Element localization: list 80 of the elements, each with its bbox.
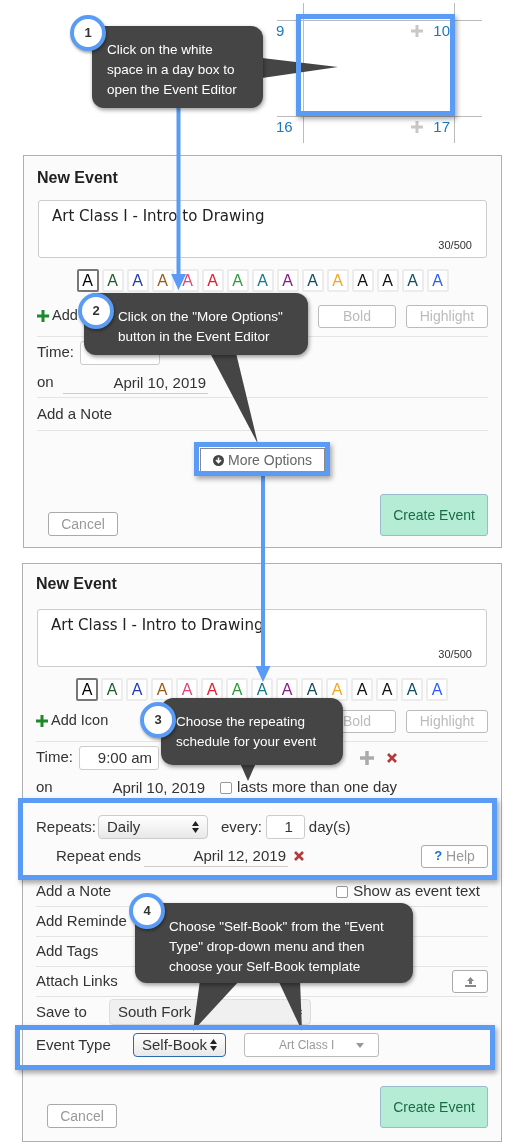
row-label[interactable]: Add a Note	[37, 402, 113, 426]
start-time-field[interactable]: 9:00 am	[79, 745, 159, 770]
add-icon-button[interactable]: Add Icon	[36, 710, 109, 732]
text-color-swatch[interactable]: A	[401, 678, 423, 701]
character-count: 30/500	[438, 646, 472, 662]
event-type-select[interactable]: Self-Book	[133, 1033, 226, 1057]
panel-title: New Event	[36, 574, 118, 594]
on-label: on	[36, 777, 54, 798]
text-color-swatch[interactable]: A	[126, 678, 148, 701]
text-color-swatch[interactable]: A	[151, 269, 174, 292]
text-color-swatch[interactable]: A	[351, 269, 374, 292]
repeat-ends-label: Repeat ends	[56, 845, 143, 866]
day-number[interactable]: 16	[276, 118, 293, 136]
unit-label: day(s)	[308, 816, 351, 837]
add-event-icon[interactable]	[411, 121, 424, 133]
row-label: Save to	[36, 1001, 88, 1022]
day-number[interactable]: 9	[276, 22, 285, 40]
text-color-swatch[interactable]: A	[226, 269, 249, 292]
more-options-button[interactable]: More Options	[200, 448, 325, 472]
callout-tooltip: Click on the white space in a day box to open the Event Editor	[92, 26, 263, 108]
down-arrow-circle-icon	[212, 454, 224, 466]
text-color-swatch[interactable]: A	[276, 269, 299, 292]
day-number[interactable]: 17	[433, 118, 450, 136]
caret-icon	[356, 1042, 364, 1048]
row-label[interactable]: Add Reminde	[36, 910, 127, 933]
row-label: Add a Note	[36, 881, 112, 902]
text-color-swatch[interactable]: A	[76, 269, 99, 292]
panel-title: New Event	[37, 168, 119, 188]
text-color-swatch[interactable]: A	[426, 269, 449, 292]
date-field[interactable]: April 12, 2019	[144, 845, 288, 867]
text-color-swatch[interactable]: A	[351, 678, 373, 701]
add-icon-button[interactable]: Add	[37, 305, 78, 327]
plus-icon	[37, 310, 49, 322]
plus-icon	[360, 750, 374, 765]
up-down-icon	[192, 821, 199, 833]
text-color-swatch[interactable]: A	[201, 269, 224, 292]
checkbox-label: Show as event text	[353, 881, 480, 902]
interval-field[interactable]: 1	[265, 815, 305, 839]
time-label: Time:	[37, 342, 75, 363]
plus-icon	[36, 715, 48, 727]
add-event-icon[interactable]	[411, 25, 424, 37]
text-color-swatch[interactable]: A	[376, 269, 399, 292]
checkbox-label: lasts more than one day	[237, 777, 398, 798]
text-color-swatch[interactable]: A	[401, 269, 424, 292]
close-icon	[387, 752, 397, 763]
upload-icon	[464, 976, 476, 987]
event-name-field[interactable]: Art Class I - Intro to Drawing 30/500	[37, 609, 487, 667]
time-label: Time:	[36, 747, 74, 768]
create-event-button[interactable]: Create Event	[380, 1086, 488, 1128]
character-count: 30/500	[438, 237, 472, 253]
text-color-swatch[interactable]: A	[101, 269, 124, 292]
text-color-swatch[interactable]: A	[251, 269, 274, 292]
upload-button[interactable]	[452, 970, 488, 993]
text-color-swatch[interactable]: A	[301, 269, 324, 292]
on-label: on	[37, 372, 55, 393]
repeats-label: Repeats:	[36, 816, 98, 837]
question-icon: ?	[434, 846, 443, 866]
day-number[interactable]: 10	[433, 22, 450, 40]
up-down-icon	[210, 1039, 217, 1051]
callout-tooltip: Choose the repeating schedule for your event	[161, 698, 343, 765]
checkbox[interactable]	[336, 885, 349, 898]
text-color-swatch[interactable]: A	[376, 678, 398, 701]
date-field[interactable]: April 10, 2019	[62, 776, 207, 799]
every-label: every:	[221, 816, 262, 837]
text-color-swatch[interactable]: A	[426, 678, 448, 701]
checkbox[interactable]	[220, 781, 232, 794]
text-color-swatch[interactable]: A	[126, 269, 149, 292]
text-color-swatch[interactable]: A	[76, 678, 98, 701]
date-field[interactable]: April 10, 2019	[63, 371, 208, 394]
text-color-swatch[interactable]: A	[101, 678, 123, 701]
step-number-tooltip: 1	[70, 15, 106, 51]
repeat-select[interactable]: Daily	[98, 815, 208, 839]
text-color-swatch[interactable]: A	[151, 678, 173, 701]
event-name-field[interactable]: Art Class I - Intro to Drawing 30/500	[38, 200, 487, 258]
create-event-button[interactable]: Create Event	[380, 494, 488, 536]
help-button[interactable]: ? Help	[421, 844, 488, 868]
clear-icon[interactable]	[294, 851, 304, 861]
row-label: Attach Links	[36, 971, 118, 992]
row-label[interactable]: Add Tags	[36, 940, 99, 963]
event-type-label: Event Type	[36, 1034, 112, 1055]
